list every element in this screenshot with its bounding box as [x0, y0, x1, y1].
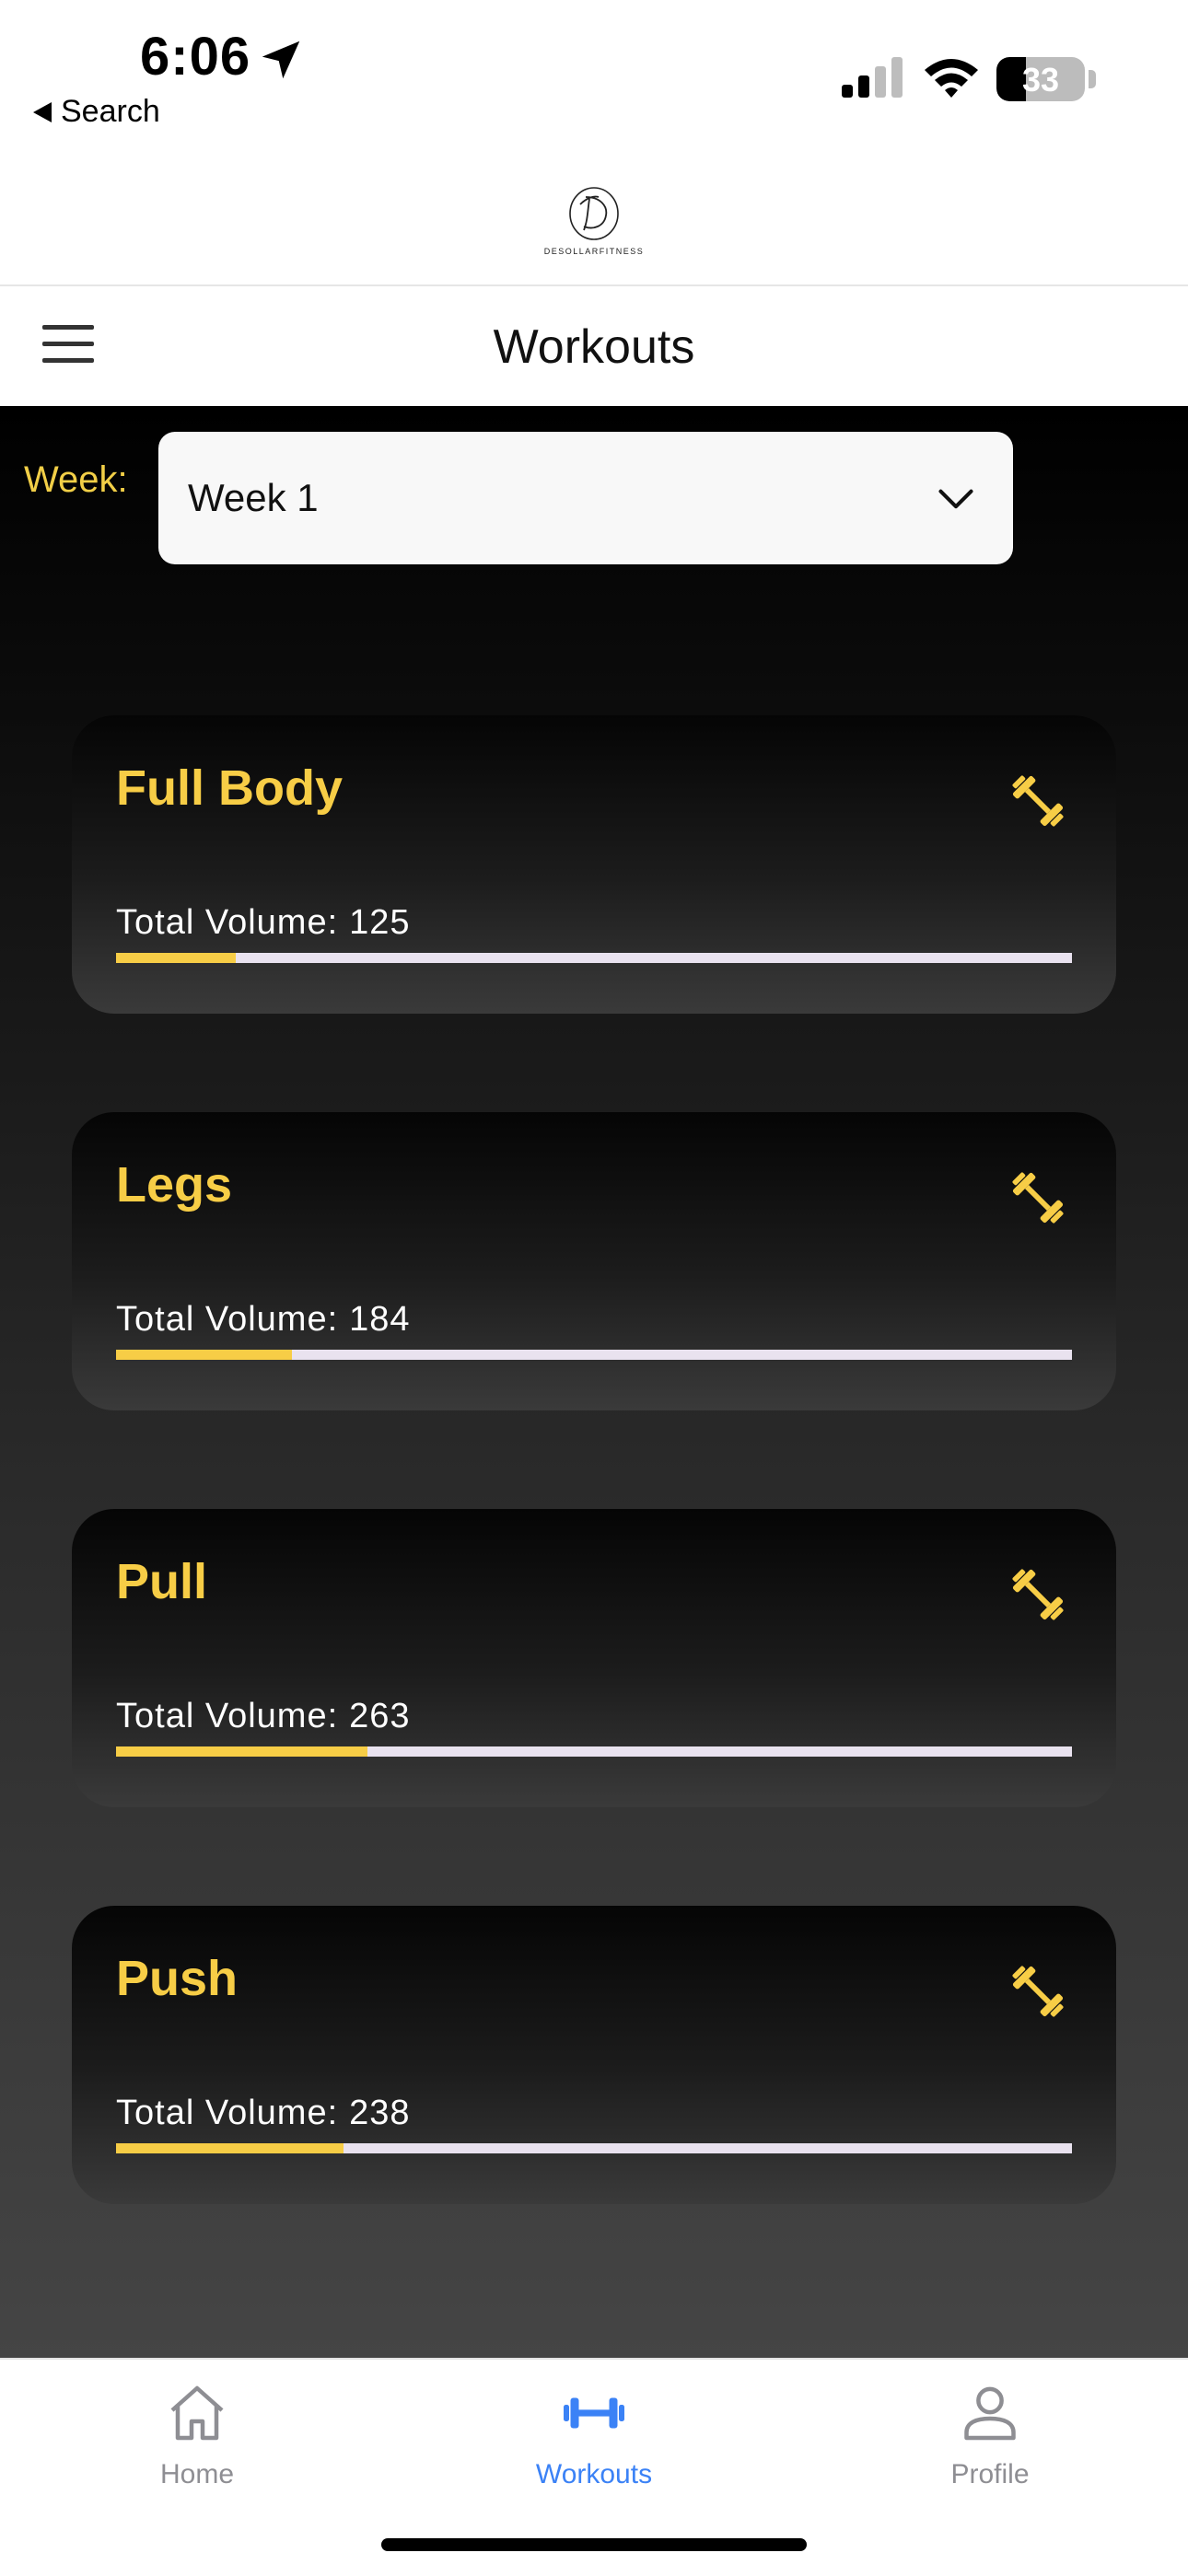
back-arrow-icon — [33, 101, 52, 122]
volume-progress-bar — [116, 953, 236, 963]
volume-label: Total Volume: — [116, 2094, 339, 2132]
workout-card[interactable]: Full Body Total Volume: 125 — [72, 715, 1116, 1014]
dumbbell-icon — [1012, 775, 1064, 827]
dumbbell-icon — [1012, 1569, 1064, 1620]
tab-workouts-label: Workouts — [535, 2459, 653, 2489]
battery-level: 33 — [1021, 61, 1060, 99]
volume-progress-track — [116, 1350, 1072, 1360]
week-selected-value: Week 1 — [188, 476, 319, 519]
dumbbell-icon — [1012, 1966, 1064, 2017]
workout-title: Full Body — [116, 760, 343, 816]
volume-progress-bar — [116, 1350, 292, 1360]
workout-title: Push — [116, 1951, 239, 2006]
volume-progress-track — [116, 1746, 1072, 1757]
workout-volume: Total Volume: 238 — [116, 2094, 411, 2133]
tab-home-label: Home — [159, 2459, 235, 2489]
workout-volume: Total Volume: 184 — [116, 1300, 411, 1340]
cellular-signal-icon — [842, 57, 903, 98]
tab-workouts[interactable]: Workouts — [456, 2380, 732, 2490]
workout-volume: Total Volume: 263 — [116, 1697, 411, 1736]
volume-label: Total Volume: — [116, 1697, 339, 1735]
week-select[interactable]: Week 1 — [158, 432, 1013, 564]
volume-value: 263 — [349, 1697, 411, 1735]
tab-home[interactable]: Home — [59, 2380, 335, 2490]
status-time: 6:06 — [140, 27, 251, 87]
workout-card[interactable]: Legs Total Volume: 184 — [72, 1112, 1116, 1410]
location-arrow-icon — [262, 41, 300, 79]
volume-progress-track — [116, 2143, 1072, 2153]
brand-logo: DESOLLARFITNESS — [525, 184, 663, 267]
volume-label: Total Volume: — [116, 903, 339, 942]
volume-value: 238 — [349, 2094, 411, 2132]
dumbbell-icon — [1012, 1172, 1064, 1224]
workout-volume: Total Volume: 125 — [116, 903, 411, 943]
volume-label: Total Volume: — [116, 1300, 339, 1339]
workout-title: Pull — [116, 1554, 208, 1609]
workout-card[interactable]: Push Total Volume: 238 — [72, 1906, 1116, 2204]
week-label: Week: — [24, 459, 128, 500]
battery-icon: 33 — [996, 57, 1085, 101]
status-bar: 6:06 Search 33 — [0, 0, 1188, 157]
app-header: Workouts — [0, 286, 1188, 406]
logo-monogram-icon — [569, 187, 619, 240]
workout-card[interactable]: Pull Total Volume: 263 — [72, 1509, 1116, 1807]
battery-nub — [1089, 70, 1096, 88]
page-title: Workouts — [493, 320, 695, 374]
tab-profile-label: Profile — [950, 2459, 1030, 2489]
volume-value: 125 — [349, 903, 411, 942]
home-icon — [170, 2385, 224, 2441]
person-icon — [964, 2386, 1016, 2441]
workout-title: Legs — [116, 1157, 233, 1213]
wifi-icon — [925, 59, 978, 98]
tab-profile[interactable]: Profile — [852, 2380, 1128, 2490]
volume-progress-bar — [116, 2143, 344, 2153]
home-indicator — [381, 2538, 807, 2551]
chevron-down-icon — [938, 489, 973, 509]
volume-progress-track — [116, 953, 1072, 963]
volume-progress-bar — [116, 1746, 367, 1757]
volume-value: 184 — [349, 1300, 411, 1339]
dumbbell-icon — [564, 2397, 624, 2429]
back-link-label: Search — [61, 94, 160, 129]
back-to-search-link[interactable]: Search — [33, 94, 160, 130]
logo-text: DESOLLARFITNESS — [543, 247, 645, 256]
workouts-content[interactable]: Week: Week 1 Full Body Total Volume: 125 Le… — [0, 406, 1188, 2358]
